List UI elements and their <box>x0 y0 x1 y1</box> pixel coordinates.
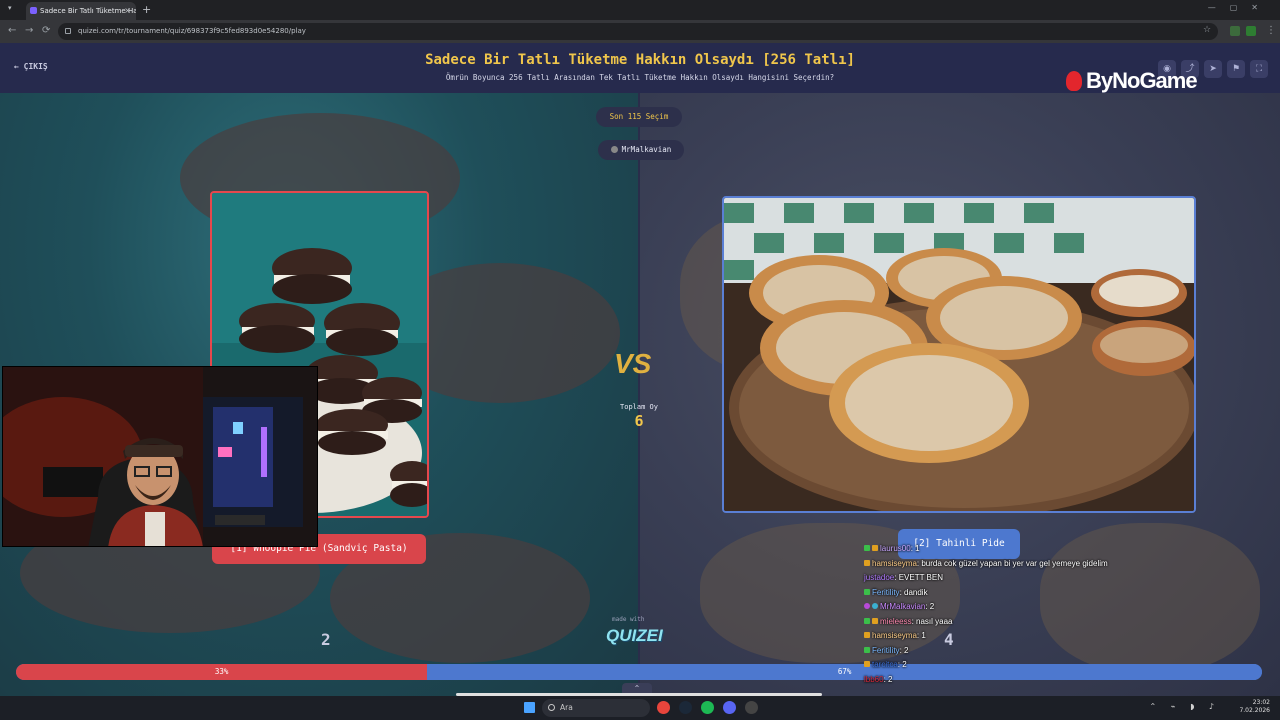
chat-message: Feritility: 2 <box>864 646 1164 661</box>
spotify-icon[interactable] <box>701 701 714 714</box>
steam-icon[interactable] <box>679 701 692 714</box>
clock-time: 23:02 <box>1252 699 1270 706</box>
page-title: Sadece Bir Tatlı Tüketme Hakkın Olsaydı … <box>425 52 855 68</box>
obs-icon[interactable] <box>745 701 758 714</box>
back-arrow-icon[interactable]: ← <box>8 25 16 36</box>
windows-start-icon[interactable] <box>524 702 535 713</box>
chat-message: mieleess: nasıl yaaa <box>864 617 1164 632</box>
chat-text: : 2 <box>883 674 893 684</box>
chat-message: MrMalkavian: 2 <box>864 602 1164 617</box>
chat-text: : 1 <box>910 544 920 553</box>
window-controls[interactable]: —▢✕ <box>1208 3 1272 12</box>
streamer-webcam-image <box>3 367 317 546</box>
chat-text: : nasıl yaaa <box>911 616 953 626</box>
chat-text: : 2 <box>897 660 907 669</box>
chat-overlay: laurus00: 1 hamsiseyma: burda cok güzel y… <box>864 544 1164 689</box>
chat-badge-icon <box>864 588 870 595</box>
fullscreen-icon[interactable]: ⛶ <box>1250 60 1268 78</box>
chat-username[interactable]: MrMalkavian <box>880 602 925 611</box>
total-votes-value: 6 <box>634 412 644 430</box>
chat-username[interactable]: hamsiseyma <box>872 631 917 640</box>
chat-message: Feritility: dandik <box>864 588 1164 603</box>
browser-tab-bar: ▾ Sadece Bir Tatlı Tüketme Hakkı × + —▢✕ <box>0 0 1280 20</box>
chat-message: lbb60: 2 <box>864 675 1164 690</box>
stream-overlay-logo: ByNoGame <box>1066 68 1198 94</box>
discord-icon[interactable] <box>723 701 736 714</box>
flag-icon[interactable]: ⚑ <box>1227 60 1245 78</box>
tahinli-pide-image <box>724 198 1194 511</box>
creator-badge[interactable]: MrMalkavian <box>598 140 684 160</box>
browser-tab[interactable]: Sadece Bir Tatlı Tüketme Hakkı × <box>26 2 136 20</box>
quizei-logo[interactable]: QUIZEI <box>606 626 663 646</box>
left-vote-count: 2 <box>321 630 331 649</box>
rounds-badge: Son 115 Seçim <box>596 107 682 127</box>
vs-icon: VS <box>614 348 652 379</box>
clock-date: 7.02.2026 <box>1239 707 1270 714</box>
bookmark-star-icon[interactable]: ☆ <box>1203 25 1211 35</box>
url-text: quizei.com/tr/tournament/quiz/698373f9c5… <box>78 27 306 35</box>
chat-username[interactable]: mieleess <box>880 617 912 626</box>
made-with-label: made with <box>612 616 645 623</box>
chrome-icon[interactable] <box>657 701 670 714</box>
option-right-card[interactable] <box>722 196 1196 513</box>
chat-username[interactable]: laurus00 <box>880 544 911 553</box>
chat-text: : EVETT BEN <box>894 573 944 582</box>
chat-message: laurus00: 1 <box>864 544 1164 559</box>
creator-name: MrMalkavian <box>621 145 672 154</box>
browser-menu-icon[interactable]: ⋮ <box>1266 25 1276 36</box>
bynogame-logo-icon <box>1066 71 1082 91</box>
chat-badge-icon <box>864 603 870 609</box>
tab-title: Sadece Bir Tatlı Tüketme Hakkı <box>40 7 136 15</box>
chat-username[interactable]: hamsiseyma <box>872 559 917 568</box>
url-field[interactable]: quizei.com/tr/tournament/quiz/698373f9c5… <box>58 23 1218 40</box>
extension-icon[interactable] <box>1230 26 1240 36</box>
chat-username[interactable]: tarcitca <box>872 660 898 669</box>
chat-text: : 2 <box>899 645 909 655</box>
chat-badge-icon <box>872 617 878 624</box>
logo-text: ByNoGame <box>1086 68 1198 93</box>
reload-icon[interactable]: ⟳ <box>42 25 50 36</box>
address-bar-row: ← → ⟳ quizei.com/tr/tournament/quiz/6983… <box>0 20 1280 43</box>
chat-badge-icon <box>864 559 870 566</box>
chat-username[interactable]: Feritility <box>872 646 900 655</box>
chat-message: justadoe: EVETT BEN <box>864 573 1164 588</box>
chat-text: : 2 <box>925 602 935 611</box>
favicon-icon <box>30 7 37 14</box>
system-tray-icons[interactable]: ⌃ ⌁ ◗ ♪ <box>1150 702 1220 711</box>
chat-badge-icon <box>864 632 870 638</box>
chat-message: hamsiseyma: burda cok güzel yapan bi yer… <box>864 559 1164 574</box>
send-icon[interactable]: ➤ <box>1204 60 1222 78</box>
chat-message: tarcitca: 2 <box>864 660 1164 675</box>
site-info-icon[interactable] <box>65 28 71 34</box>
tab-search-icon[interactable]: ▾ <box>8 4 12 12</box>
avatar <box>610 146 618 153</box>
profile-icon[interactable] <box>1246 26 1256 36</box>
chat-badge-icon <box>864 661 870 667</box>
search-icon <box>548 704 555 711</box>
chat-text: : dandik <box>899 587 928 597</box>
chat-username[interactable]: lbb60 <box>864 675 884 684</box>
chat-username[interactable]: justadoe <box>864 573 894 582</box>
chat-badge-icon <box>864 646 870 653</box>
chat-message: hamsiseyma: 1 <box>864 631 1164 646</box>
chat-badge-icon <box>872 545 878 551</box>
forward-arrow-icon[interactable]: → <box>25 25 33 36</box>
chat-username[interactable]: Feritility <box>872 588 900 597</box>
chat-badge-icon <box>872 603 878 609</box>
webcam-overlay <box>2 366 318 547</box>
taskbar: Ara ⌃ ⌁ ◗ ♪ 23:02 7.02.2026 <box>0 696 1280 720</box>
taskbar-search-placeholder: Ara <box>560 703 573 712</box>
new-tab-button[interactable]: + <box>142 3 151 16</box>
left-percent: 33% <box>214 667 229 676</box>
chat-badge-icon <box>864 617 870 624</box>
chat-text: : 1 <box>916 631 926 640</box>
chat-text: : burda cok güzel yapan bi yer var gel y… <box>916 558 1108 568</box>
chat-badge-icon <box>864 545 870 551</box>
taskbar-clock[interactable]: 23:02 7.02.2026 <box>1239 699 1270 715</box>
left-vote-bar: 33% <box>16 664 428 680</box>
taskbar-search[interactable]: Ara <box>542 699 650 717</box>
tab-close-icon[interactable]: × <box>124 2 131 20</box>
total-votes-label: Toplam Oy <box>620 403 658 411</box>
